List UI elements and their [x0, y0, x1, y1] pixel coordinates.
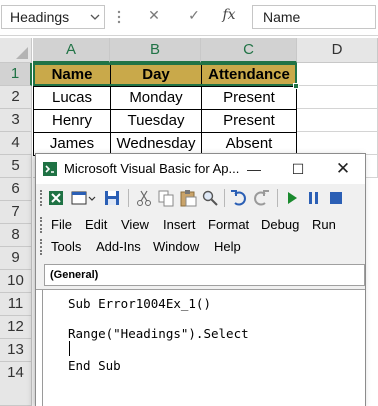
- toolbar-separator: [224, 189, 225, 207]
- row-header-6[interactable]: 6: [0, 178, 32, 201]
- cell-a2[interactable]: Lucas: [33, 86, 111, 110]
- code-line[interactable]: End Sub: [68, 358, 121, 373]
- row-header-3[interactable]: 3: [0, 109, 32, 132]
- code-line[interactable]: Sub Error1004Ex_1(): [68, 296, 211, 311]
- row-header-1[interactable]: 1: [0, 63, 32, 86]
- paste-icon[interactable]: [178, 188, 198, 208]
- formula-value: Name: [263, 9, 301, 25]
- toolbar-separator: [128, 189, 129, 207]
- row-header-10[interactable]: 10: [0, 270, 32, 293]
- minimize-button[interactable]: —: [232, 154, 276, 184]
- object-dropdown-value: (General): [50, 269, 99, 281]
- vba-window-title: Microsoft Visual Basic for Ap...: [64, 161, 240, 176]
- redo-icon[interactable]: [251, 188, 271, 208]
- cell-d2[interactable]: [297, 86, 378, 109]
- vba-standard-toolbar: [36, 185, 365, 211]
- reset-icon[interactable]: [326, 188, 346, 208]
- menu-grip[interactable]: [40, 239, 43, 255]
- row-header-9[interactable]: 9: [0, 247, 32, 270]
- undo-icon[interactable]: [229, 188, 249, 208]
- menu-debug[interactable]: Debug: [261, 217, 299, 232]
- cancel-icon[interactable]: ✕: [144, 7, 164, 24]
- row-header-8[interactable]: 8: [0, 224, 32, 247]
- text-cursor: [69, 341, 70, 356]
- cell-c2[interactable]: Present: [201, 86, 297, 110]
- menu-grip[interactable]: [40, 217, 43, 233]
- cell-c1[interactable]: Attendance: [201, 63, 297, 87]
- enter-icon[interactable]: ✓: [184, 7, 204, 24]
- vba-title-bar[interactable]: Microsoft Visual Basic for Ap... — ☐ ✕: [36, 154, 365, 184]
- select-all-button[interactable]: [0, 38, 32, 63]
- code-margin: [42, 290, 43, 406]
- save-icon[interactable]: [102, 188, 122, 208]
- menu-insert[interactable]: Insert: [163, 217, 196, 232]
- break-icon[interactable]: [304, 188, 324, 208]
- row-header-5[interactable]: 5: [0, 155, 32, 178]
- object-dropdown[interactable]: (General): [44, 264, 365, 286]
- menu-addins[interactable]: Add-Ins: [96, 239, 141, 254]
- cell-b1[interactable]: Day: [110, 63, 202, 87]
- column-header-b[interactable]: B: [110, 38, 201, 63]
- row-header-13[interactable]: 13: [0, 339, 32, 362]
- row-header-12[interactable]: 12: [0, 316, 32, 339]
- cell-a3[interactable]: Henry: [33, 109, 111, 133]
- column-header-c[interactable]: C: [201, 38, 297, 63]
- row-header-11[interactable]: 11: [0, 293, 32, 316]
- chevron-down-icon[interactable]: [90, 13, 100, 21]
- menu-format[interactable]: Format: [208, 217, 249, 232]
- menu-view[interactable]: View: [121, 217, 149, 232]
- menu-edit[interactable]: Edit: [85, 217, 107, 232]
- column-header-a[interactable]: A: [33, 38, 110, 63]
- code-line[interactable]: Range("Headings").Select: [68, 326, 249, 341]
- close-button[interactable]: ✕: [321, 154, 365, 184]
- vba-menu-bar: File Edit View Insert Format Debug Run T…: [36, 213, 365, 261]
- fill-handle[interactable]: [293, 83, 299, 89]
- formula-bar: Headings ✕ ✓ fx Name: [0, 0, 378, 36]
- cell-b2[interactable]: Monday: [110, 86, 202, 110]
- insert-module-icon[interactable]: [70, 188, 96, 208]
- cut-icon[interactable]: [134, 188, 154, 208]
- cell-b3[interactable]: Tuesday: [110, 109, 202, 133]
- cell-d4[interactable]: [297, 132, 378, 155]
- maximize-button[interactable]: ☐: [276, 154, 320, 184]
- insert-function-button[interactable]: fx: [219, 7, 239, 23]
- row-header-4[interactable]: 4: [0, 132, 32, 155]
- name-box[interactable]: Headings: [1, 5, 105, 29]
- row-header-14[interactable]: 14: [0, 362, 32, 406]
- formula-input[interactable]: Name: [252, 5, 376, 29]
- menu-tools[interactable]: Tools: [51, 239, 81, 254]
- column-header-d[interactable]: D: [297, 38, 378, 63]
- menu-run[interactable]: Run: [312, 217, 336, 232]
- cell-a1[interactable]: Name: [33, 63, 111, 87]
- menu-file[interactable]: File: [51, 217, 72, 232]
- toolbar-grip[interactable]: [40, 190, 43, 206]
- row-header-7[interactable]: 7: [0, 201, 32, 224]
- toolbar-separator: [277, 189, 278, 207]
- cell-c3[interactable]: Present: [201, 109, 297, 133]
- row-header-2[interactable]: 2: [0, 86, 32, 109]
- run-icon[interactable]: [282, 188, 302, 208]
- vba-app-icon: [43, 162, 57, 176]
- code-editor[interactable]: Sub Error1004Ex_1() Range("Headings").Se…: [36, 289, 365, 406]
- menu-help[interactable]: Help: [214, 239, 241, 254]
- cell-d1[interactable]: [297, 63, 378, 86]
- drag-handle-icon[interactable]: [116, 9, 122, 25]
- vba-editor-window: Microsoft Visual Basic for Ap... — ☐ ✕ F…: [35, 153, 366, 406]
- name-box-value: Headings: [10, 9, 70, 25]
- menu-window[interactable]: Window: [153, 239, 199, 254]
- find-icon[interactable]: [200, 188, 220, 208]
- excel-icon[interactable]: [46, 188, 66, 208]
- copy-icon[interactable]: [156, 188, 176, 208]
- cell-d3[interactable]: [297, 109, 378, 132]
